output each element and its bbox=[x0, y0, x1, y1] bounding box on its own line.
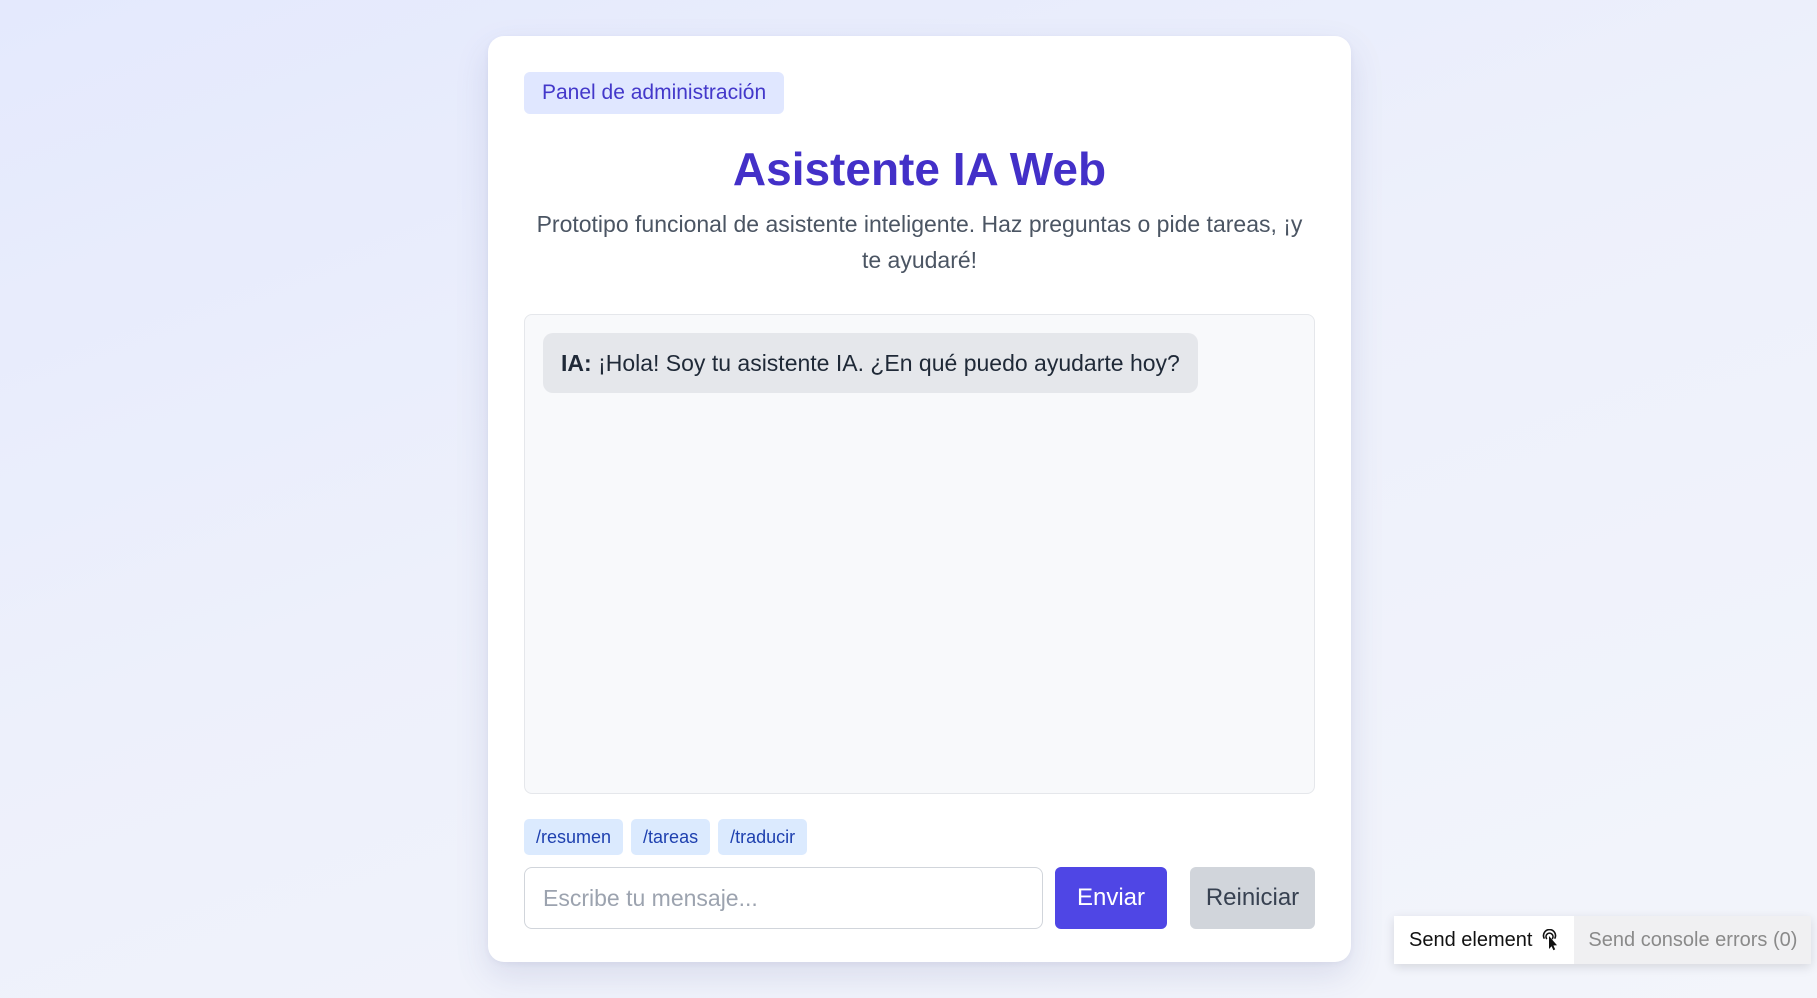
shortcut-resumen[interactable]: /resumen bbox=[524, 819, 624, 855]
shortcut-tareas[interactable]: /tareas bbox=[631, 819, 711, 855]
command-shortcuts: /resumen/tareas/traducir bbox=[524, 819, 1315, 855]
send-element-label: Send element bbox=[1409, 929, 1533, 951]
send-button[interactable]: Enviar bbox=[1055, 867, 1167, 929]
admin-panel-link[interactable]: Panel de administración bbox=[524, 72, 785, 114]
pointer-click-icon bbox=[1540, 929, 1560, 951]
chat-message-ai: IA: ¡Hola! Soy tu asistente IA. ¿En qué … bbox=[543, 333, 1198, 393]
message-composer: Enviar Reiniciar bbox=[524, 867, 1315, 929]
page-subtitle: Prototipo funcional de asistente intelig… bbox=[536, 211, 1303, 273]
reset-button[interactable]: Reiniciar bbox=[1190, 867, 1315, 929]
devtools-toolbar: Send element Send console errors (0) bbox=[1394, 916, 1812, 964]
assistant-card: Panel de administración Asistente IA Web… bbox=[488, 36, 1351, 962]
message-text: ¡Hola! Soy tu asistente IA. ¿En qué pued… bbox=[598, 350, 1180, 376]
shortcut-traducir[interactable]: /traducir bbox=[718, 819, 808, 855]
send-element-button[interactable]: Send element bbox=[1394, 916, 1575, 964]
send-console-errors-button[interactable]: Send console errors (0) bbox=[1574, 916, 1812, 964]
message-input[interactable] bbox=[524, 867, 1043, 929]
chat-messages-area[interactable]: IA: ¡Hola! Soy tu asistente IA. ¿En qué … bbox=[524, 314, 1315, 794]
page-title: Asistente IA Web bbox=[732, 143, 1107, 195]
message-sender: IA: bbox=[561, 350, 592, 376]
